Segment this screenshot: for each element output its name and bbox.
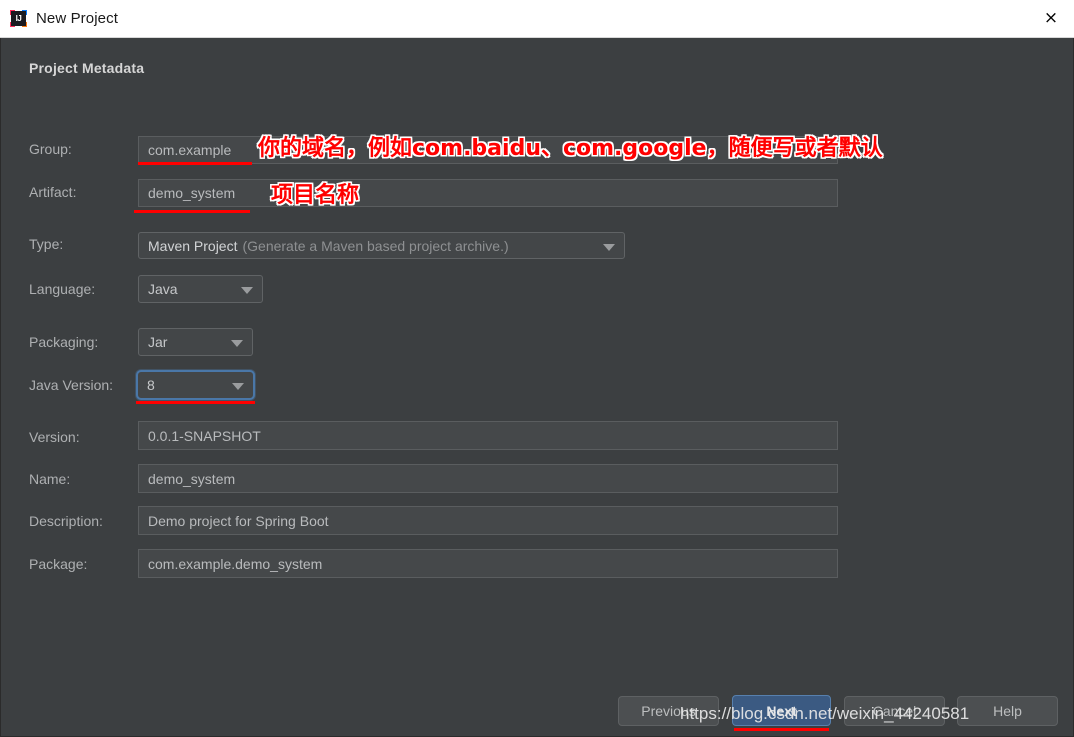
name-input[interactable]: demo_system	[138, 464, 838, 493]
name-label: Name:	[29, 471, 71, 487]
language-value: Java	[148, 281, 178, 297]
java-version-value: 8	[147, 377, 155, 393]
java-version-dropdown[interactable]: 8	[136, 370, 255, 400]
new-project-dialog: IJ New Project × Project Metadata Group:…	[0, 0, 1074, 737]
group-highlight-underline	[138, 162, 252, 165]
java-version-label: Java Version:	[29, 377, 114, 393]
language-dropdown[interactable]: Java	[138, 275, 263, 303]
artifact-annotation: 项目名称	[271, 183, 360, 208]
artifact-input[interactable]: demo_system	[138, 179, 838, 207]
section-heading: Project Metadata	[29, 60, 145, 76]
packaging-dropdown[interactable]: Jar	[138, 328, 253, 356]
window-title: New Project	[36, 10, 118, 27]
app-icon-letters: IJ	[15, 14, 22, 23]
type-dropdown[interactable]: Maven Project (Generate a Maven based pr…	[138, 232, 625, 259]
title-bar: IJ New Project ×	[0, 0, 1074, 38]
group-label: Group:	[29, 141, 72, 157]
version-input[interactable]: 0.0.1-SNAPSHOT	[138, 421, 838, 450]
title-bar-left: IJ New Project	[10, 0, 118, 37]
close-icon: ×	[1043, 8, 1059, 28]
artifact-label: Artifact:	[29, 184, 77, 200]
help-button[interactable]: Help	[957, 696, 1058, 726]
description-label: Description:	[29, 513, 103, 529]
type-value-main: Maven Project	[148, 237, 238, 254]
description-input[interactable]: Demo project for Spring Boot	[138, 506, 838, 535]
close-button[interactable]: ×	[1028, 0, 1074, 37]
chevron-down-icon	[241, 287, 253, 294]
group-annotation: 你的域名，例如com.baidu、com.google，随便写或者默认	[258, 136, 883, 161]
version-label: Version:	[29, 429, 80, 445]
package-input[interactable]: com.example.demo_system	[138, 549, 838, 578]
java-version-highlight-underline	[136, 401, 255, 404]
intellij-idea-icon: IJ	[10, 10, 27, 27]
dialog-body: Project Metadata Group: com.example Arti…	[0, 38, 1074, 737]
next-highlight-underline	[734, 728, 829, 731]
packaging-value: Jar	[148, 334, 168, 350]
chevron-down-icon	[232, 383, 244, 390]
chevron-down-icon	[603, 243, 615, 251]
type-value-hint: (Generate a Maven based project archive.…	[242, 237, 509, 254]
packaging-label: Packaging:	[29, 334, 99, 350]
type-label: Type:	[29, 236, 64, 252]
chevron-down-icon	[231, 340, 243, 347]
package-label: Package:	[29, 556, 88, 572]
artifact-highlight-underline	[134, 210, 250, 213]
language-label: Language:	[29, 281, 96, 297]
watermark-text: https://blog.csdn.net/weixin_44240581	[680, 704, 970, 723]
